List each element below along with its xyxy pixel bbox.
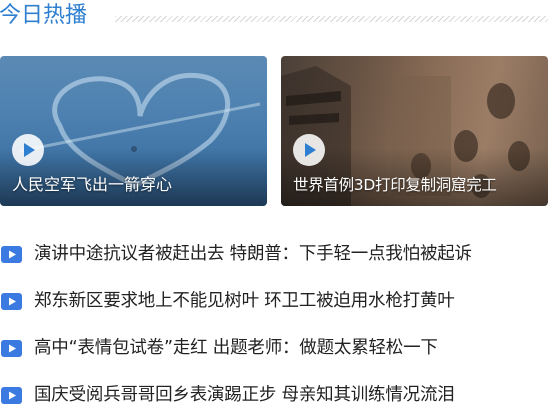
news-title[interactable]: 国庆受阅兵哥哥回乡表演踢正步 母亲知其训练情况流泪 [34,382,455,408]
news-title[interactable]: 高中“表情包试卷”走红 出题老师：做题太累轻松一下 [34,335,438,361]
news-item[interactable]: 国庆受阅兵哥哥回乡表演踢正步 母亲知其训练情况流泪 [0,373,548,420]
section-header: 今日热播 [0,0,548,34]
featured-video-card-2[interactable]: 世界首例3D打印复制洞窟完工 [281,56,548,206]
play-icon[interactable] [12,134,44,166]
video-icon [1,340,22,357]
play-icon[interactable] [293,134,325,166]
title-divider [115,16,548,22]
news-title[interactable]: 演讲中途抗议者被赶出去 特朗普：下手轻一点我怕被起诉 [34,241,472,267]
news-item[interactable]: 演讲中途抗议者被赶出去 特朗普：下手轻一点我怕被起诉 [0,232,548,279]
news-title[interactable]: 郑东新区要求地上不能见树叶 环卫工被迫用水枪打黄叶 [34,288,455,314]
news-item[interactable]: 高中“表情包试卷”走红 出题老师：做题太累轻松一下 [0,326,548,373]
featured-caption: 人民空军飞出一箭穿心 [12,175,173,194]
featured-caption: 世界首例3D打印复制洞窟完工 [293,176,497,194]
video-icon [1,246,22,263]
section-title: 今日热播 [0,3,88,28]
featured-video-card-1[interactable]: 人民空军飞出一箭穿心 [0,56,267,206]
video-icon [1,293,22,310]
news-item[interactable]: 郑东新区要求地上不能见树叶 环卫工被迫用水枪打黄叶 [0,279,548,326]
news-list: 演讲中途抗议者被赶出去 特朗普：下手轻一点我怕被起诉 郑东新区要求地上不能见树叶… [0,232,548,420]
video-icon [1,387,22,404]
